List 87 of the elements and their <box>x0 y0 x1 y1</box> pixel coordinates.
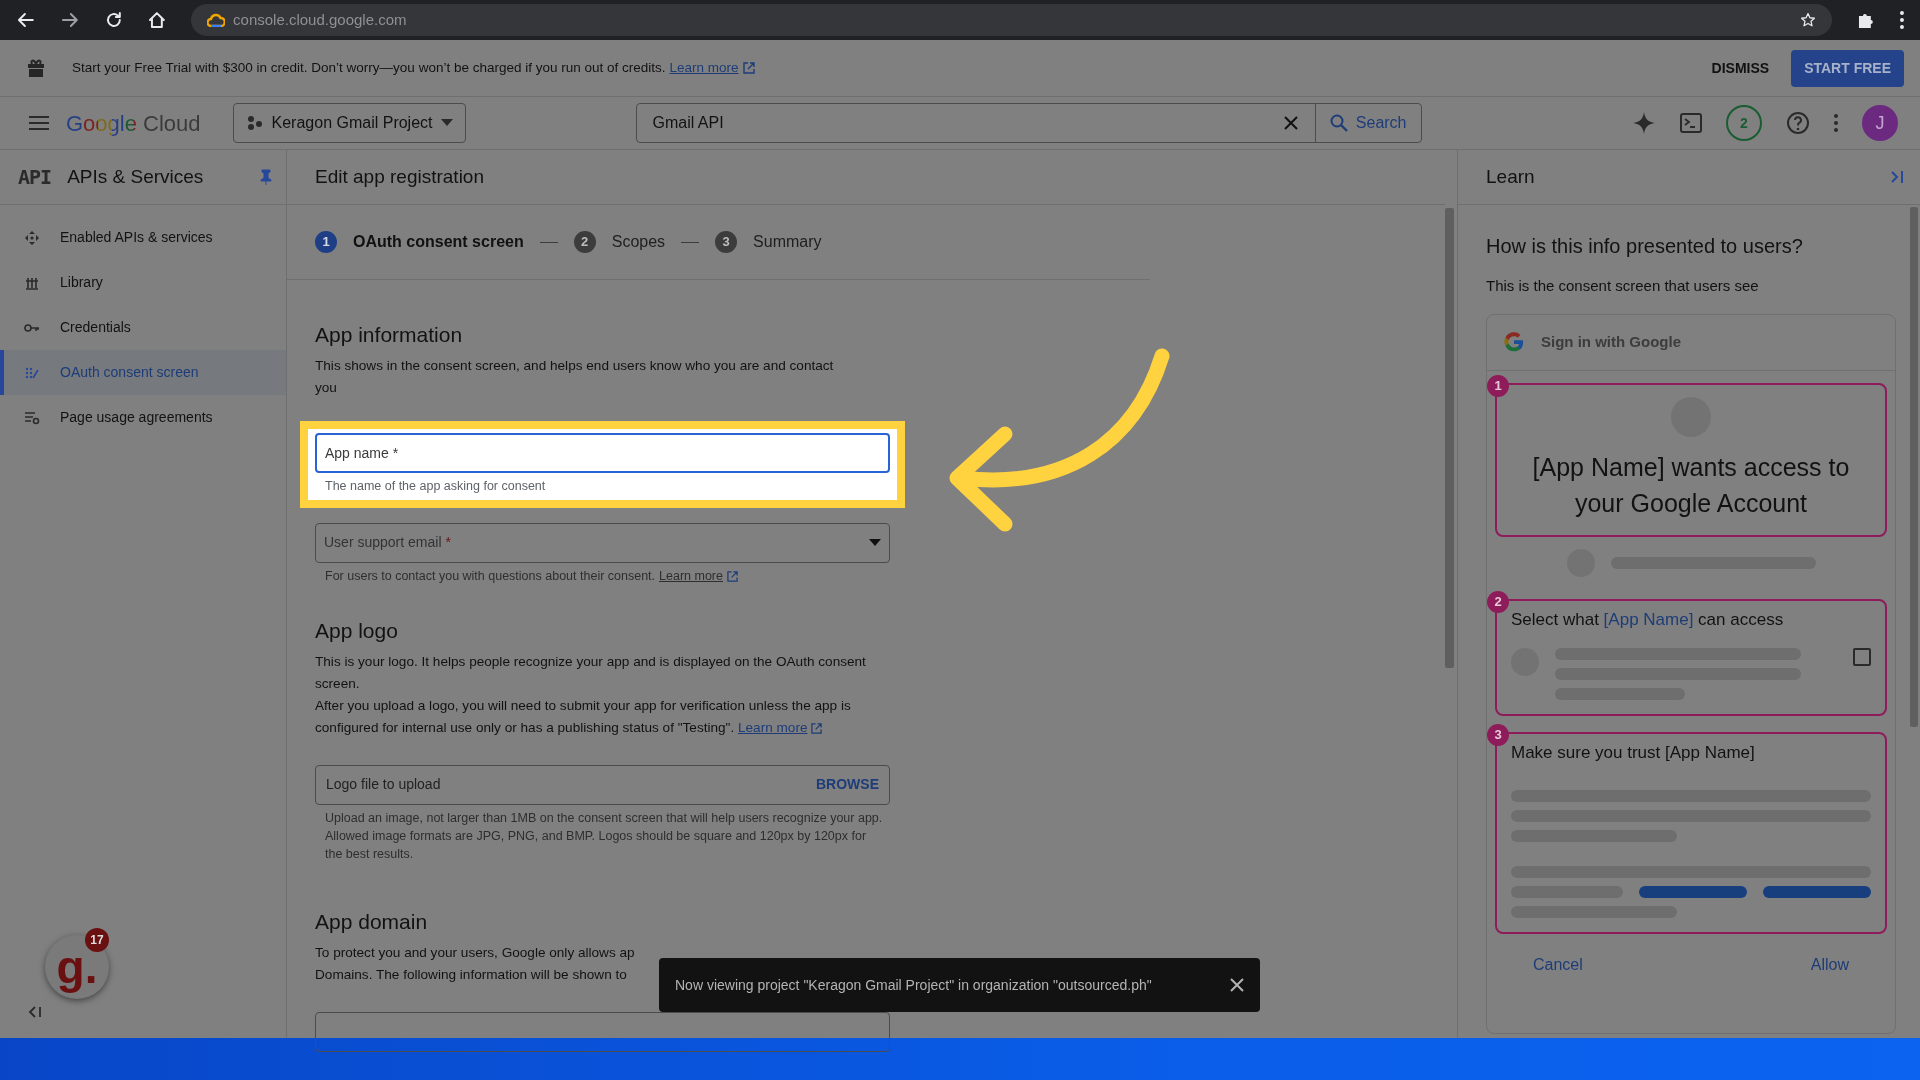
learn-heading: How is this info presented to users? <box>1486 234 1804 259</box>
helper-text: For users to contact you with questions about their consent. <box>325 567 656 585</box>
collapse-icon[interactable] <box>28 1006 42 1018</box>
dismiss-button[interactable]: DISMISS <box>1705 56 1776 80</box>
step-label[interactable]: Scopes <box>611 230 666 254</box>
learn-more-link[interactable]: Learn more <box>738 719 808 735</box>
support-email-dropdown[interactable]: User support email * <box>315 522 890 563</box>
section-description: To protect you and your users, Google only allows ap <box>315 944 635 963</box>
helper-text: Upload an image, not larger than 1MB on the consent screen that will help users recognize your app. Allowed image formats are JPG, PNG, and BMP. Logos should be square and 120px by 120px for the best results. <box>324 809 884 863</box>
section-heading: App domain <box>315 908 429 935</box>
external-link-icon <box>727 570 738 582</box>
search-button[interactable]: Search <box>1314 104 1421 142</box>
callout-number: 1 <box>1487 374 1509 397</box>
sidebar-item[interactable]: Library <box>0 260 286 305</box>
search-icon <box>1329 114 1348 132</box>
logo-upload-field[interactable]: Logo file to upload <box>324 773 810 797</box>
scope-title: Select what [App Name] can access <box>1511 608 1785 631</box>
terminal-icon[interactable] <box>1680 113 1702 133</box>
notification-badge: 17 <box>85 928 109 952</box>
close-icon[interactable] <box>1230 978 1244 992</box>
consent-title: [App Name] wants access to your Google Account <box>1531 451 1851 519</box>
callout-number: 3 <box>1487 724 1509 746</box>
step-divider <box>539 241 558 243</box>
avatar[interactable]: J <box>1862 105 1898 141</box>
sidebar-item[interactable]: OAuth consent screen <box>0 350 286 395</box>
help-icon[interactable] <box>1786 111 1810 135</box>
allow-button[interactable]: Allow <box>1804 951 1855 978</box>
search-field[interactable]: Gmail API Search <box>635 103 1422 143</box>
sidebar-item[interactable]: Page usage agreements <box>0 395 286 440</box>
api-label: API <box>18 164 52 191</box>
domain-field[interactable] <box>315 1012 890 1053</box>
sparkle-icon[interactable] <box>1632 111 1656 135</box>
trust-title: Make sure you trust [App Name] <box>1511 742 1756 764</box>
step-number[interactable]: 3 <box>715 231 738 253</box>
learn-more-link[interactable]: Learn more <box>659 566 723 586</box>
scrollbar[interactable] <box>1445 208 1454 668</box>
close-icon[interactable] <box>1282 115 1299 131</box>
external-link-icon <box>742 62 755 74</box>
learn-more-link[interactable]: Learn more <box>669 57 739 79</box>
list-gear-icon <box>24 409 40 426</box>
section-description: After you upload a logo, you will need to submit your app for verification unless the app is configured for internal use only or has a publishing status of "Testing". Learn more <box>315 696 852 737</box>
sign-in-label: Sign in with Google <box>1541 331 1681 352</box>
back-icon[interactable] <box>16 10 36 30</box>
section-description: This is your logo. It helps people recognize your app and is displayed on the OAuth consent screen. <box>315 652 867 693</box>
gift-icon <box>26 58 46 78</box>
url-text[interactable]: console.cloud.google.com <box>233 8 407 32</box>
panel-title: Learn <box>1486 164 1536 189</box>
star-icon[interactable] <box>1800 12 1817 28</box>
google-icon <box>1503 331 1525 353</box>
page-title: Edit app registration <box>314 164 484 189</box>
learn-subtitle: This is the consent screen that users see <box>1486 276 1760 296</box>
helper-text: The name of the app asking for consent <box>324 478 547 496</box>
step-label[interactable]: Summary <box>753 230 822 254</box>
pin-icon[interactable] <box>260 169 272 185</box>
home-icon[interactable] <box>147 10 168 30</box>
caret-icon <box>869 539 881 547</box>
callout-number: 2 <box>1487 590 1509 613</box>
step-divider <box>681 241 700 243</box>
sidebar-title: APIs & Services <box>67 164 205 189</box>
upload-control[interactable]: Logo file to upload BROWSE <box>315 764 890 805</box>
move-arrows-icon <box>24 229 40 246</box>
section-description: This shows in the consent screen, and helps end users know who you are and contact you <box>315 357 835 398</box>
start-free-button[interactable]: START FREE <box>1791 49 1904 87</box>
scrollbar[interactable] <box>1910 207 1918 727</box>
dots-icon <box>245 115 264 131</box>
project-selector[interactable]: Keragon Gmail Project <box>232 103 466 143</box>
cloud-icon <box>207 13 226 27</box>
menu-icon[interactable] <box>28 115 50 131</box>
sidebar-item[interactable]: Enabled APIs & services <box>0 215 286 260</box>
sidebar-item[interactable]: Credentials <box>0 305 286 350</box>
more-icon[interactable] <box>1900 11 1904 29</box>
browse-button[interactable]: BROWSE <box>810 773 885 797</box>
banner-text: Start your Free Trial with $300 in credit. Don’t worry—you won’t be charged if you run out of credits. <box>72 58 666 77</box>
cancel-button[interactable]: Cancel <box>1527 951 1589 978</box>
step-label[interactable]: OAuth consent screen <box>353 230 524 254</box>
section-description: Domains. The following information will be shown to <box>315 966 627 985</box>
collapse-panel-icon[interactable] <box>1890 170 1904 184</box>
section-heading: App logo <box>315 617 399 643</box>
external-link-icon <box>810 722 822 734</box>
step-number[interactable]: 1 <box>315 231 337 253</box>
checkbox[interactable] <box>1853 648 1871 666</box>
section-heading: App information <box>315 322 464 348</box>
app-name-field[interactable]: App name * <box>315 433 890 474</box>
step-number[interactable]: 2 <box>573 231 596 253</box>
toast-message: Now viewing project "Keragon Gmail Project" in organization "outsourced.ph" <box>675 975 1153 995</box>
caret-icon <box>440 119 453 127</box>
forward-icon[interactable] <box>59 10 80 30</box>
